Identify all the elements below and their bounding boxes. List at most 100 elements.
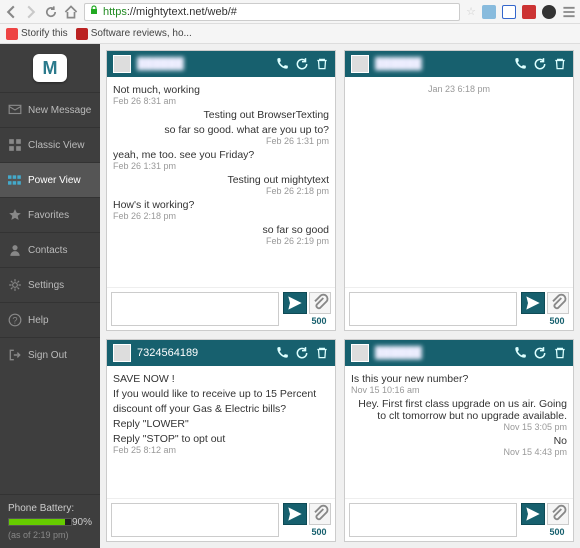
contact-name[interactable]: ██████ [375,58,507,70]
ext-icon-1[interactable] [482,5,496,19]
message: Not much, workingFeb 26 8:31 am [113,84,329,106]
attach-button[interactable] [547,292,569,314]
message-date: Feb 26 8:31 am [113,96,329,106]
card-header: 7324564189 [107,340,335,366]
message-text: yeah, me too. see you Friday? [113,149,329,161]
message-date: Feb 26 1:31 pm [113,161,329,171]
send-button[interactable] [521,503,545,525]
conversation-grid: ██████ Not much, workingFeb 26 8:31 am Tes… [100,44,580,548]
bookmark-item[interactable]: Storify this [6,28,68,40]
conversation-card: 7324564189SAVE NOW !If you would like to… [106,339,336,542]
message-input[interactable] [111,503,279,537]
sidebar-item-settings[interactable]: Settings [0,267,100,302]
message-input[interactable] [349,292,517,326]
sidebar-item-help[interactable]: ?Help [0,302,100,337]
send-button[interactable] [283,503,307,525]
bookmark-item[interactable]: Software reviews, ho... [76,28,192,40]
back-icon[interactable] [4,5,18,19]
sidebar-item-icon: ? [8,313,22,327]
card-header: ██████ [107,51,335,77]
trash-icon[interactable] [315,346,329,360]
menu-icon[interactable] [562,5,576,19]
message-date: Nov 15 4:43 pm [351,447,567,457]
sidebar-item-classic-view[interactable]: Classic View [0,127,100,162]
ext-icon-4[interactable] [542,5,556,19]
bookmark-bar: Storify this Software reviews, ho... [0,24,580,44]
lock-icon [89,5,99,18]
app-logo[interactable]: M [0,44,100,92]
char-count: 500 [307,316,331,326]
message-text: How's it working? [113,199,329,211]
sidebar-item-label: Settings [28,280,64,291]
message: discount off your Gas & Electric bills? [113,403,329,415]
message: so far so goodFeb 26 2:19 pm [113,224,329,246]
attach-button[interactable] [309,503,331,525]
avatar [113,344,131,362]
sidebar-item-label: Classic View [28,140,85,151]
message-input[interactable] [111,292,279,326]
sidebar-item-new-message[interactable]: New Message [0,92,100,127]
call-icon[interactable] [275,57,289,71]
message-text: Not much, working [113,84,329,96]
sidebar-item-favorites[interactable]: Favorites [0,197,100,232]
refresh-icon[interactable] [295,57,309,71]
message-input[interactable] [349,503,517,537]
ext-icon-2[interactable] [502,5,516,19]
sidebar-item-label: Favorites [28,210,69,221]
message: How's it working?Feb 26 2:18 pm [113,199,329,221]
avatar [113,55,131,73]
sidebar-item-icon [8,138,22,152]
call-icon[interactable] [513,346,527,360]
trash-icon[interactable] [553,57,567,71]
sidebar-item-icon [8,208,22,222]
message: Testing out mightytextFeb 26 2:18 pm [113,174,329,196]
compose-row: 500 [107,498,335,541]
attach-button[interactable] [547,503,569,525]
char-count: 500 [545,527,569,537]
home-icon[interactable] [64,5,78,19]
message-text: Reply "STOP" to opt out [113,433,329,445]
sidebar-item-icon [8,173,22,187]
compose-row: 500 [345,287,573,330]
sidebar-item-contacts[interactable]: Contacts [0,232,100,267]
sidebar-item-power-view[interactable]: Power View [0,162,100,197]
message: Hey. First first class upgrade on us air… [351,398,567,432]
message-list: Not much, workingFeb 26 8:31 am Testing o… [107,77,335,287]
browser-toolbar: https://mightytext.net/web/# ☆ [0,0,580,24]
trash-icon[interactable] [315,57,329,71]
call-icon[interactable] [275,346,289,360]
refresh-icon[interactable] [295,346,309,360]
call-icon[interactable] [513,57,527,71]
ext-icon-3[interactable] [522,5,536,19]
refresh-icon[interactable] [533,346,547,360]
reload-icon[interactable] [44,5,58,19]
message: yeah, me too. see you Friday?Feb 26 1:31… [113,149,329,171]
message-text: Reply "LOWER" [113,418,329,430]
sidebar-item-label: Sign Out [28,350,67,361]
message-text: Hey. First first class upgrade on us air… [351,398,567,422]
message-date: Feb 26 2:19 pm [113,236,329,246]
sidebar-item-sign-out[interactable]: Sign Out [0,337,100,372]
forward-icon[interactable] [24,5,38,19]
contact-name[interactable]: ██████ [137,58,269,70]
sidebar-item-icon [8,103,22,117]
compose-row: 500 [345,498,573,541]
message: SAVE NOW ! [113,373,329,385]
message-text: Testing out BrowserTexting [113,109,329,121]
contact-name[interactable]: ██████ [375,347,507,359]
message-date: Nov 15 10:16 am [351,385,567,395]
send-button[interactable] [521,292,545,314]
sidebar-item-label: New Message [28,105,91,116]
attach-button[interactable] [309,292,331,314]
compose-row: 500 [107,287,335,330]
star-icon[interactable]: ☆ [466,5,476,18]
conversation-card: ██████ Is this your new number?Nov 15 10:… [344,339,574,542]
send-button[interactable] [283,292,307,314]
address-bar[interactable]: https://mightytext.net/web/# [84,3,460,21]
battery-bar [8,518,72,526]
trash-icon[interactable] [553,346,567,360]
refresh-icon[interactable] [533,57,547,71]
card-header: ██████ [345,340,573,366]
contact-name[interactable]: 7324564189 [137,347,269,359]
message-text: Is this your new number? [351,373,567,385]
